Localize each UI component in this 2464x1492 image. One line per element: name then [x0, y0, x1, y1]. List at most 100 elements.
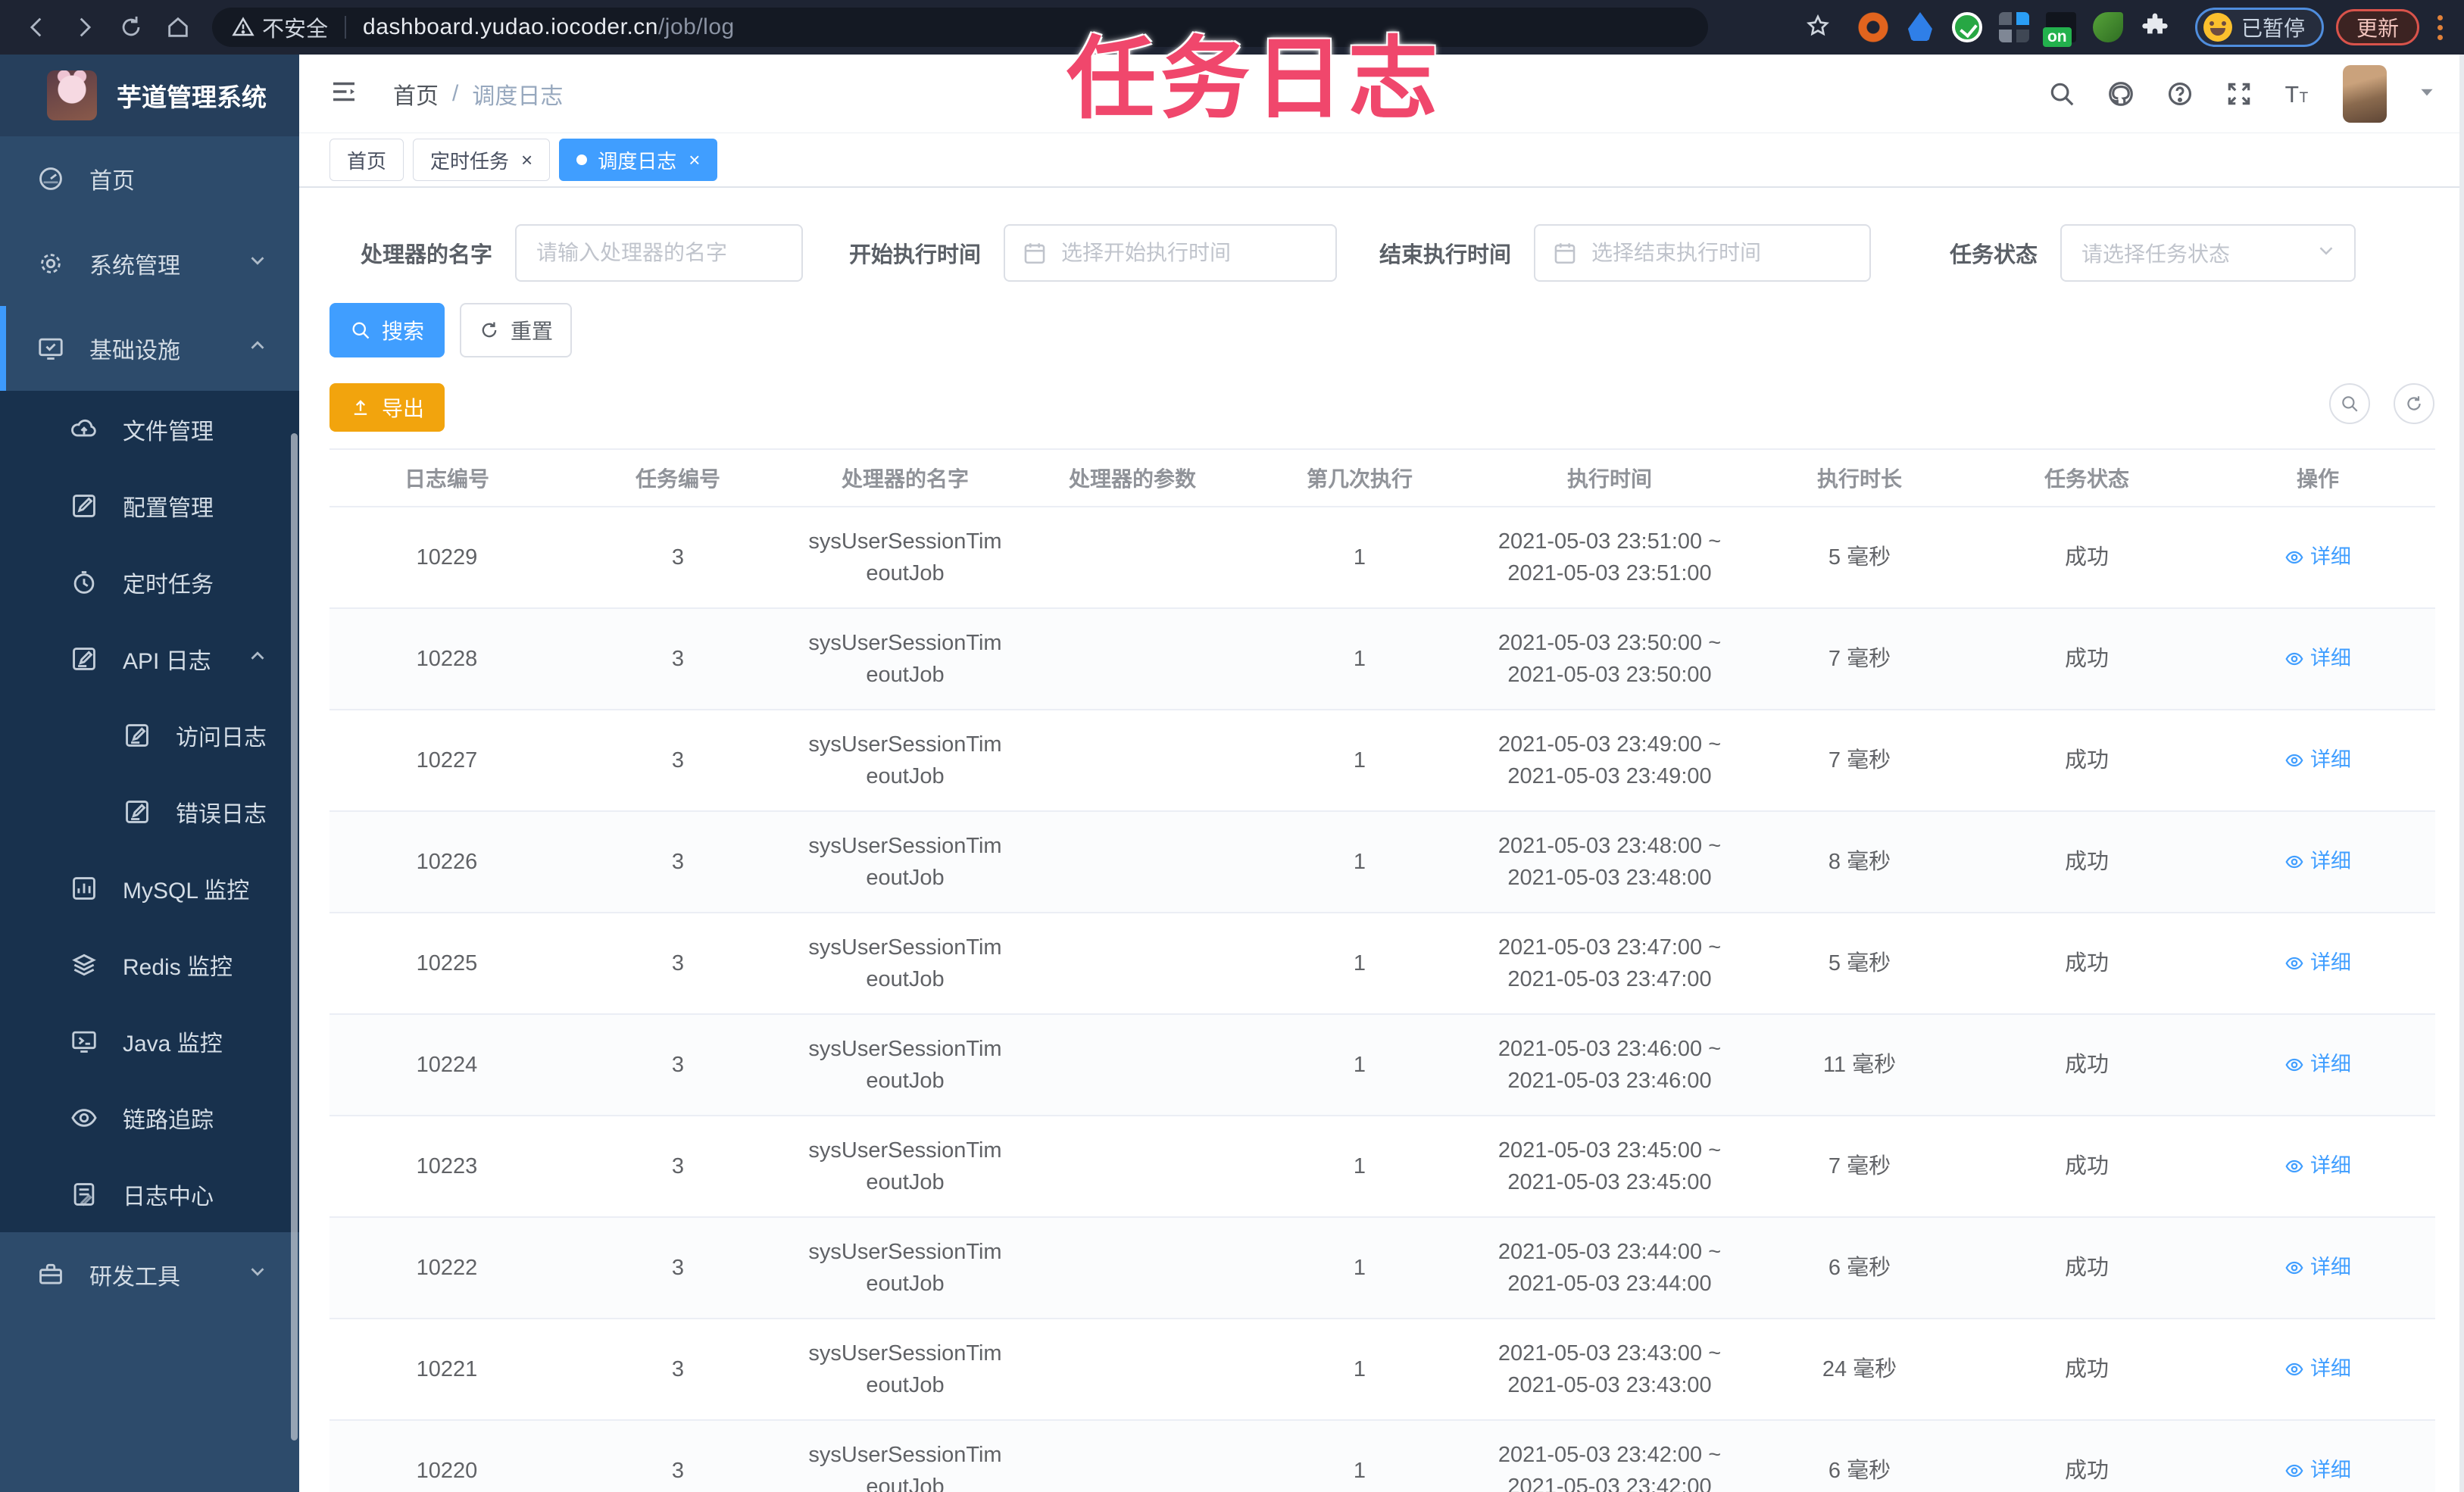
detail-link[interactable]: 详细	[2284, 745, 2351, 775]
github-icon[interactable]	[2106, 80, 2135, 108]
extension-icon[interactable]	[1998, 12, 2029, 42]
col-duration: 执行时长	[1816, 467, 1902, 491]
tab-0[interactable]: 首页 ×	[329, 139, 404, 181]
cell-task-id: 3	[671, 1356, 685, 1381]
cell-count: 1	[1353, 950, 1366, 975]
col-status: 任务状态	[2044, 467, 2129, 491]
extensions-puzzle-icon[interactable]	[2140, 12, 2170, 42]
security-warning[interactable]: 不安全	[232, 11, 328, 43]
cell-handler: sysUserSessionTim eoutJob	[808, 1442, 1002, 1492]
filter-status: 任务状态 请选择任务状态	[1928, 224, 2356, 282]
cell-time: 2021-05-03 23:42:00 ~2021-05-03 23:42:00	[1497, 1442, 1722, 1492]
cell-action: 详细	[2200, 812, 2435, 912]
fullscreen-icon[interactable]	[2225, 80, 2253, 108]
sidebar-item-3[interactable]: 文件管理	[0, 391, 299, 467]
divider	[345, 16, 347, 39]
detail-link[interactable]: 详细	[2284, 542, 2351, 572]
user-avatar[interactable]	[2343, 64, 2387, 123]
search-button[interactable]: 搜索	[329, 303, 445, 357]
cell-log-id: 10223	[416, 1153, 478, 1178]
close-tab-icon[interactable]: ×	[689, 150, 700, 170]
cell-count: 1	[1353, 1052, 1366, 1077]
table-header: 日志编号 任务编号 处理器的名字 处理器的参数 第几次执行 执行时间 执行时长 …	[329, 448, 2435, 507]
font-size-icon[interactable]: TT	[2284, 80, 2313, 108]
extension-icon[interactable]	[1857, 12, 1888, 42]
detail-link[interactable]: 详细	[2284, 1253, 2351, 1282]
sidebar-item-12[interactable]: 链路追踪	[0, 1079, 299, 1156]
show-search-button[interactable]	[2329, 383, 2370, 424]
sidebar-item-0[interactable]: 首页	[0, 136, 299, 221]
sidebar-item-4[interactable]: 配置管理	[0, 467, 299, 544]
sidebar-item-7[interactable]: 访问日志	[0, 697, 299, 773]
reload-icon[interactable]	[114, 10, 148, 45]
eye-icon	[2284, 548, 2304, 567]
sidebar-item-5[interactable]: 定时任务	[0, 544, 299, 620]
sidebar-scrollbar[interactable]	[291, 433, 298, 1440]
breadcrumb-current: 调度日志	[472, 83, 564, 109]
cloud-upload-icon	[70, 415, 98, 444]
export-button[interactable]: 导出	[329, 383, 445, 432]
sidebar-item-1[interactable]: 系统管理	[0, 221, 299, 306]
detail-link[interactable]: 详细	[2284, 847, 2351, 876]
breadcrumb-home[interactable]: 首页	[393, 77, 439, 111]
address-bar[interactable]: 不安全 dashboard.yudao.iocoder.cn/job/log	[212, 8, 1708, 47]
detail-link[interactable]: 详细	[2284, 1456, 2351, 1485]
refresh-table-button[interactable]	[2394, 383, 2434, 424]
collapse-menu-icon[interactable]	[328, 76, 360, 111]
detail-link[interactable]: 详细	[2284, 644, 2351, 673]
tab-1[interactable]: 定时任务 ×	[413, 139, 551, 181]
table-row: 10226 3 sysUserSessionTim eoutJob 1 2021-05-0…	[329, 812, 2435, 913]
table-row: 10225 3 sysUserSessionTim eoutJob 1 2021-05-0…	[329, 913, 2435, 1015]
cell-duration: 5 毫秒	[1828, 545, 1891, 570]
sidebar-item-2[interactable]: 基础设施	[0, 306, 299, 391]
cell-log-id: 10228	[416, 646, 478, 671]
annotation-task-log: 任务日志	[1066, 30, 1443, 130]
sidebar-item-11[interactable]: Java 监控	[0, 1003, 299, 1079]
window-scrollbar[interactable]	[2459, 55, 2464, 1492]
back-icon[interactable]	[20, 10, 55, 45]
search-icon[interactable]	[2047, 80, 2076, 108]
extension-icon[interactable]	[2092, 12, 2123, 42]
col-task-id: 任务编号	[635, 467, 720, 491]
chevron-down-icon	[2315, 239, 2338, 267]
browser-menu-icon[interactable]	[2430, 11, 2450, 45]
status-select[interactable]: 请选择任务状态	[2060, 224, 2356, 282]
forward-icon[interactable]	[67, 10, 101, 45]
sidebar-item-6[interactable]: API 日志	[0, 620, 299, 697]
refresh-icon	[2407, 396, 2421, 410]
start-time-input[interactable]	[1004, 224, 1337, 282]
sidebar-item-8[interactable]: 错误日志	[0, 773, 299, 850]
home-icon[interactable]	[161, 10, 195, 45]
cell-status: 成功	[2064, 849, 2109, 874]
profile-paused-badge[interactable]: 已暂停	[2194, 8, 2324, 47]
extension-icon[interactable]: on	[2042, 12, 2076, 47]
cell-param	[1019, 507, 1246, 607]
sidebar-logo-row[interactable]: 芋道管理系统	[0, 55, 299, 136]
cell-duration: 5 毫秒	[1828, 950, 1891, 975]
extension-icon[interactable]	[1951, 12, 1982, 42]
end-time-input[interactable]	[1534, 224, 1871, 282]
sidebar-item-13[interactable]: 日志中心	[0, 1156, 299, 1232]
active-dot	[576, 155, 588, 165]
handler-input[interactable]	[515, 224, 803, 282]
detail-link[interactable]: 详细	[2284, 1050, 2351, 1079]
detail-link[interactable]: 详细	[2284, 1151, 2351, 1181]
help-icon[interactable]	[2166, 80, 2194, 108]
cell-handler: sysUserSessionTim eoutJob	[808, 1341, 1002, 1397]
sidebar-item-9[interactable]: MySQL 监控	[0, 850, 299, 926]
reset-button[interactable]: 重置	[460, 303, 572, 357]
detail-link[interactable]: 详细	[2284, 948, 2351, 978]
chevron-down-icon[interactable]	[2417, 82, 2437, 105]
browser-update-button[interactable]: 更新	[2335, 9, 2419, 45]
sidebar-item-14[interactable]: 研发工具	[0, 1232, 299, 1317]
bookmark-star-icon[interactable]	[1806, 14, 1830, 42]
cell-param	[1019, 913, 1246, 1013]
sidebar-item-10[interactable]: Redis 监控	[0, 926, 299, 1003]
tab-2[interactable]: 调度日志 ×	[559, 139, 718, 181]
chevron-down-icon	[246, 1260, 269, 1289]
cell-handler: sysUserSessionTim eoutJob	[808, 1239, 1002, 1296]
close-tab-icon[interactable]: ×	[521, 150, 532, 170]
detail-link[interactable]: 详细	[2284, 1354, 2351, 1384]
extension-icon[interactable]	[1907, 12, 1932, 41]
cell-count: 1	[1353, 1458, 1366, 1483]
